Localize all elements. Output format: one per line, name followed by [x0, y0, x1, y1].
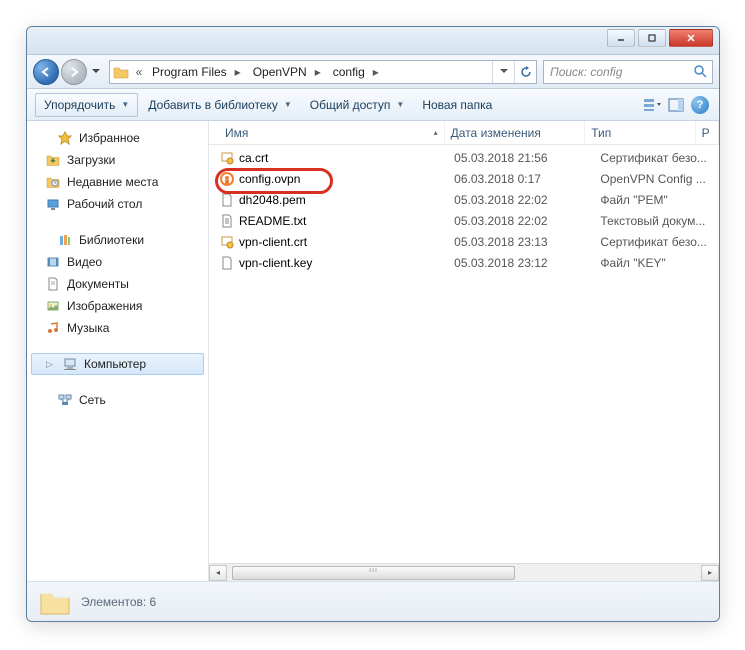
organize-button[interactable]: Упорядочить▼: [35, 93, 138, 117]
status-bar: Элементов: 6: [27, 581, 719, 621]
file-row[interactable]: config.ovpn 06.03.2018 0:17 OpenVPN Conf…: [219, 168, 719, 189]
sidebar-documents[interactable]: Документы: [27, 273, 208, 295]
file-row[interactable]: vpn-client.key 05.03.2018 23:12 Файл "KE…: [219, 252, 719, 273]
downloads-icon: [45, 152, 61, 168]
chevron-right-icon[interactable]: ▸: [231, 65, 245, 79]
status-text: Элементов: 6: [81, 595, 156, 609]
explorer-body: Избранное Загрузки Недавние места Рабочи…: [27, 121, 719, 581]
sidebar-music[interactable]: Музыка: [27, 317, 208, 339]
file-pane: Имя▴ Дата изменения Тип Р ca.crt 05.03.2…: [209, 121, 719, 581]
sidebar-recent[interactable]: Недавние места: [27, 171, 208, 193]
window-controls: [607, 29, 713, 47]
minimize-button[interactable]: [607, 29, 635, 47]
file-row[interactable]: README.txt 05.03.2018 22:02 Текстовый до…: [219, 210, 719, 231]
breadcrumb-item[interactable]: config▸: [327, 61, 385, 83]
chevron-right-icon[interactable]: ▸: [369, 65, 383, 79]
recent-icon: [45, 174, 61, 190]
add-to-library-button[interactable]: Добавить в библиотеку▼: [140, 93, 299, 117]
sidebar-computer[interactable]: ▷Компьютер: [31, 353, 204, 375]
scroll-track[interactable]: ııı: [227, 566, 701, 580]
help-button[interactable]: ?: [689, 94, 711, 116]
column-headers: Имя▴ Дата изменения Тип Р: [209, 121, 719, 145]
search-input[interactable]: Поиск: config: [543, 60, 713, 84]
sidebar-pictures[interactable]: Изображения: [27, 295, 208, 317]
pictures-icon: [45, 298, 61, 314]
file-row[interactable]: vpn-client.crt 05.03.2018 23:13 Сертифик…: [219, 231, 719, 252]
computer-icon: [62, 356, 78, 372]
sidebar-desktop[interactable]: Рабочий стол: [27, 193, 208, 215]
command-bar: Упорядочить▼ Добавить в библиотеку▼ Общи…: [27, 89, 719, 121]
maximize-button[interactable]: [638, 29, 666, 47]
column-type[interactable]: Тип: [585, 121, 695, 144]
scroll-left-button[interactable]: ◂: [209, 565, 227, 581]
documents-icon: [45, 276, 61, 292]
breadcrumb-item[interactable]: OpenVPN▸: [247, 61, 327, 83]
view-button[interactable]: [641, 94, 663, 116]
text-icon: [219, 213, 235, 229]
address-bar[interactable]: « Program Files▸ OpenVPN▸ config▸: [109, 60, 537, 84]
explorer-window: « Program Files▸ OpenVPN▸ config▸ Поиск:…: [26, 26, 720, 622]
breadcrumb-label: OpenVPN: [249, 65, 311, 79]
desktop-icon: [45, 196, 61, 212]
breadcrumb-label: config: [329, 65, 369, 79]
nav-bar: « Program Files▸ OpenVPN▸ config▸ Поиск:…: [27, 55, 719, 89]
close-button[interactable]: [669, 29, 713, 47]
file-list: ca.crt 05.03.2018 21:56 Сертификат безо.…: [209, 145, 719, 563]
column-size[interactable]: Р: [696, 121, 719, 144]
forward-button[interactable]: [61, 59, 87, 85]
share-button[interactable]: Общий доступ▼: [302, 93, 413, 117]
cert-icon: [219, 150, 235, 166]
search-placeholder: Поиск: config: [550, 65, 622, 79]
search-icon: [692, 65, 708, 78]
scroll-right-button[interactable]: ▸: [701, 565, 719, 581]
column-date[interactable]: Дата изменения: [445, 121, 586, 144]
file-row[interactable]: dh2048.pem 05.03.2018 22:02 Файл "PEM": [219, 189, 719, 210]
horizontal-scrollbar[interactable]: ◂ ııı ▸: [209, 563, 719, 581]
sidebar-favorites[interactable]: Избранное: [27, 127, 208, 149]
breadcrumb-item[interactable]: Program Files▸: [146, 61, 247, 83]
dropdown-button[interactable]: [492, 61, 514, 83]
chevron-right-icon[interactable]: ▸: [311, 65, 325, 79]
preview-pane-button[interactable]: [665, 94, 687, 116]
star-icon: [57, 130, 73, 146]
ovpn-icon: [219, 171, 235, 187]
sidebar-libraries[interactable]: Библиотеки: [27, 229, 208, 251]
new-folder-button[interactable]: Новая папка: [414, 93, 500, 117]
sidebar-network[interactable]: Сеть: [27, 389, 208, 411]
file-icon: [219, 192, 235, 208]
file-icon: [219, 255, 235, 271]
network-icon: [57, 392, 73, 408]
breadcrumb-label: Program Files: [148, 65, 231, 79]
folder-icon: [110, 65, 132, 79]
history-dropdown[interactable]: [89, 61, 103, 83]
scroll-thumb[interactable]: ııı: [232, 566, 515, 580]
sidebar-downloads[interactable]: Загрузки: [27, 149, 208, 171]
libraries-icon: [57, 232, 73, 248]
videos-icon: [45, 254, 61, 270]
music-icon: [45, 320, 61, 336]
file-row[interactable]: ca.crt 05.03.2018 21:56 Сертификат безо.…: [219, 147, 719, 168]
chevron-right-icon[interactable]: «: [132, 65, 146, 79]
folder-icon: [39, 588, 71, 616]
cert-icon: [219, 234, 235, 250]
column-name[interactable]: Имя▴: [219, 121, 445, 144]
refresh-button[interactable]: [514, 61, 536, 83]
back-button[interactable]: [33, 59, 59, 85]
titlebar: [27, 27, 719, 55]
navigation-pane: Избранное Загрузки Недавние места Рабочи…: [27, 121, 209, 581]
sidebar-videos[interactable]: Видео: [27, 251, 208, 273]
sort-asc-icon: ▴: [434, 128, 438, 137]
